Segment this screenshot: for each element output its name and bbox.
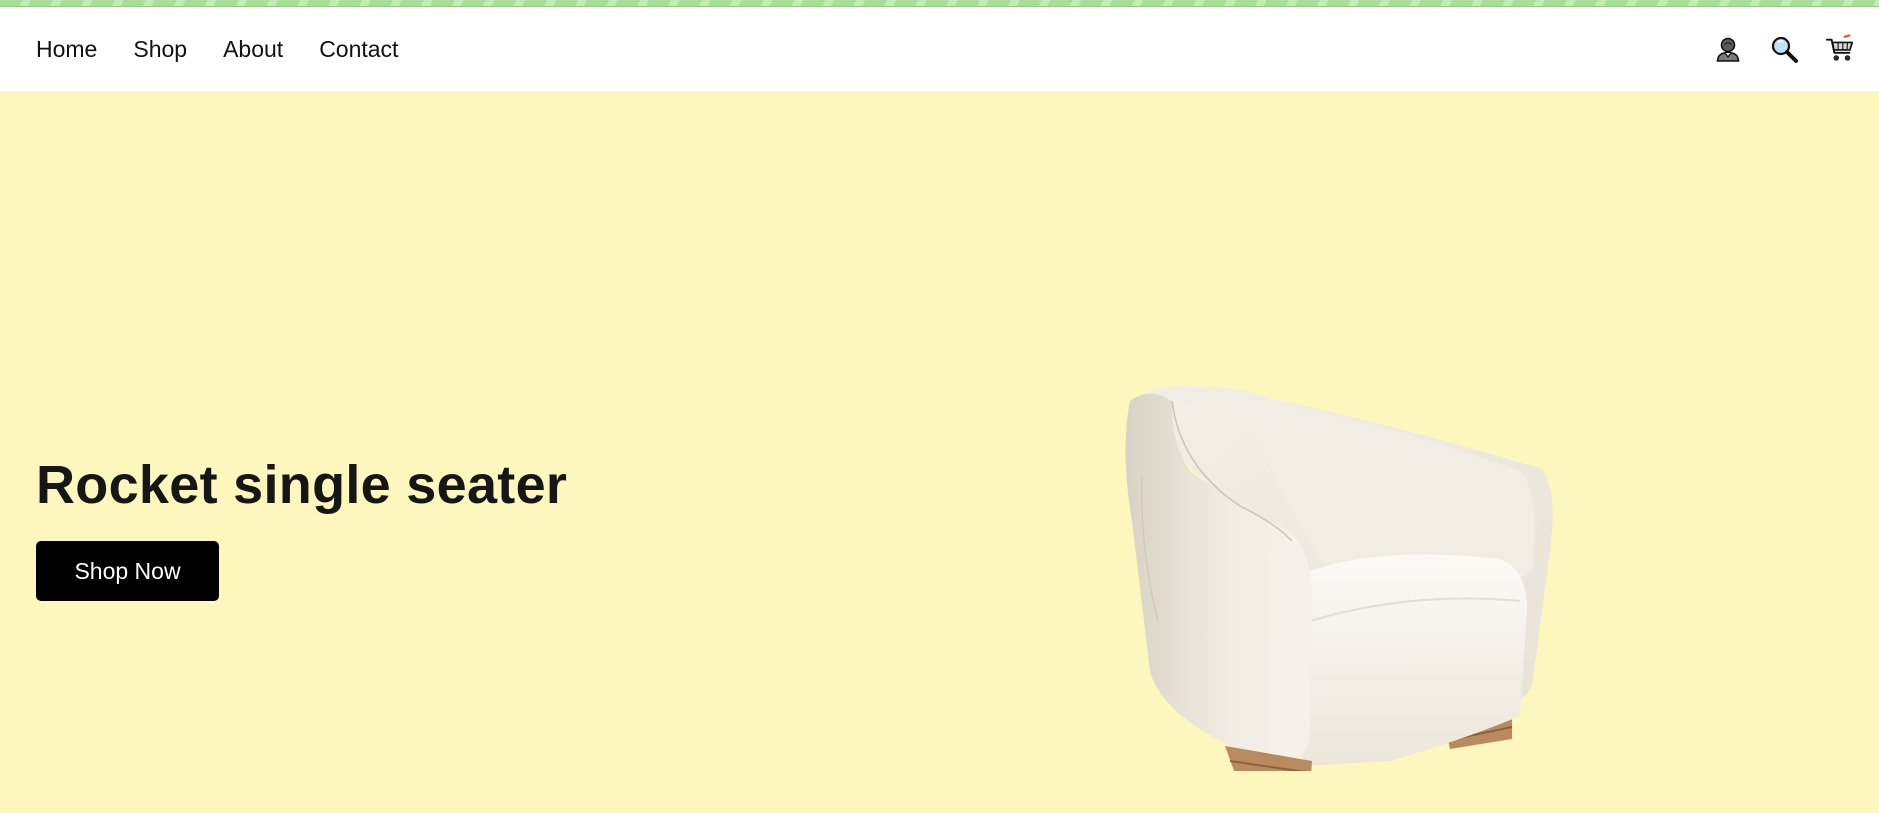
nav-link-contact[interactable]: Contact [319, 36, 398, 63]
nav-link-home[interactable]: Home [36, 36, 97, 63]
nav-link-about[interactable]: About [223, 36, 283, 63]
shop-now-button[interactable]: Shop Now [36, 541, 219, 601]
hero-section: Rocket single seater Shop Now [0, 91, 1879, 813]
nav-links: Home Shop About Contact [36, 7, 398, 91]
navbar: Home Shop About Contact [0, 7, 1879, 91]
nav-link-shop[interactable]: Shop [133, 36, 187, 63]
armchair-image [1080, 291, 1580, 801]
nav-icons [1713, 7, 1855, 91]
cart-icon[interactable] [1825, 34, 1855, 64]
user-icon[interactable] [1713, 34, 1743, 64]
top-decorative-strip [0, 0, 1879, 7]
search-icon[interactable] [1769, 34, 1799, 64]
hero-title: Rocket single seater [36, 455, 568, 515]
